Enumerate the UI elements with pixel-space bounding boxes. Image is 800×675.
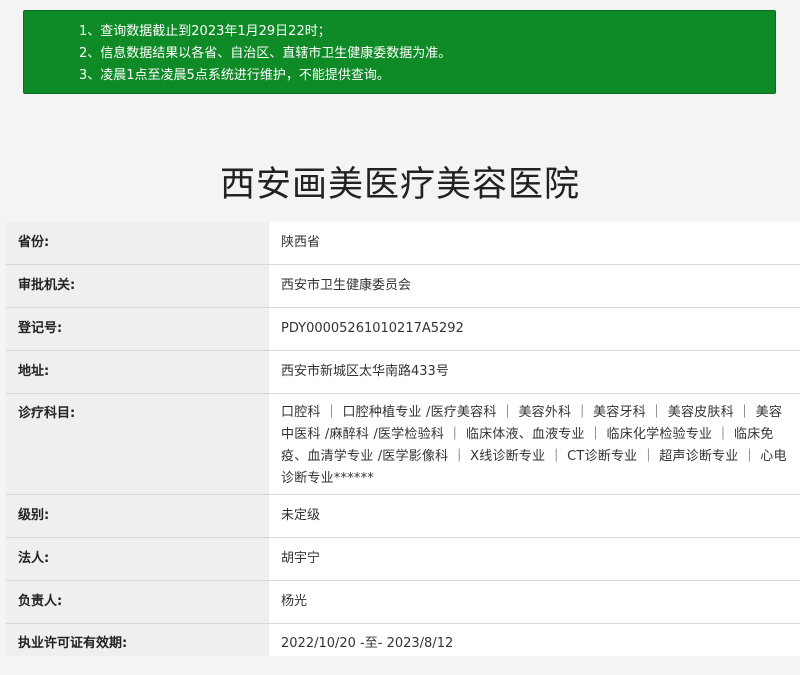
- row-label: 法人:: [6, 538, 269, 580]
- value-text: 未定级: [281, 508, 321, 523]
- row-value: 杨光: [269, 581, 800, 623]
- table-row-person-in-charge: 负责人: 杨光: [6, 580, 800, 623]
- value-text: 口腔科 ｜ 口腔种植专业 /医疗美容科 ｜ 美容外科 ｜ 美容牙科 ｜ 美容皮肤…: [281, 405, 787, 486]
- page-title: 西安画美医疗美容医院: [219, 165, 580, 206]
- notice-line-1: 1、查询数据截止到2023年1月29日22时；: [79, 24, 331, 39]
- notice-line-2: 2、信息数据结果以各省、自治区、直辖市卫生健康委数据为准。: [79, 46, 452, 61]
- notice-banner: 1、查询数据截止到2023年1月29日22时； 2、信息数据结果以各省、自治区、…: [23, 10, 776, 94]
- row-value: 西安市新城区太华南路433号: [269, 351, 800, 393]
- row-label: 负责人:: [6, 581, 269, 623]
- value-text: 西安市新城区太华南路433号: [281, 364, 449, 379]
- table-row-level: 级别: 未定级: [6, 494, 800, 537]
- label-text: 审批机关:: [18, 278, 76, 293]
- label-text: 执业许可证有效期:: [18, 636, 128, 651]
- table-row-approval-authority: 审批机关: 西安市卫生健康委员会: [6, 264, 800, 307]
- table-row-departments: 诊疗科目: 口腔科 ｜ 口腔种植专业 /医疗美容科 ｜ 美容外科 ｜ 美容牙科 …: [6, 393, 800, 494]
- table-row-province: 省份: 陕西省: [6, 222, 800, 264]
- label-text: 诊疗科目:: [18, 406, 76, 421]
- table-row-license-validity: 执业许可证有效期: 2022/10/20 -至- 2023/8/12: [6, 623, 800, 656]
- value-text: 西安市卫生健康委员会: [281, 278, 412, 293]
- table-row-legal-person: 法人: 胡宇宁: [6, 537, 800, 580]
- label-text: 级别:: [18, 508, 50, 523]
- value-text: PDY00005261010217A5292: [281, 321, 464, 336]
- row-value: 胡宇宁: [269, 538, 800, 580]
- row-value: PDY00005261010217A5292: [269, 308, 800, 350]
- label-text: 负责人:: [18, 594, 63, 609]
- info-table: 省份: 陕西省 审批机关: 西安市卫生健康委员会 登记号: PDY0000526…: [6, 222, 800, 656]
- value-text: 杨光: [281, 594, 308, 609]
- label-text: 法人:: [18, 551, 50, 566]
- value-text: 胡宇宁: [281, 551, 321, 566]
- row-label: 级别:: [6, 495, 269, 537]
- row-label: 登记号:: [6, 308, 269, 350]
- row-value: 2022/10/20 -至- 2023/8/12: [269, 624, 800, 656]
- row-value: 口腔科 ｜ 口腔种植专业 /医疗美容科 ｜ 美容外科 ｜ 美容牙科 ｜ 美容皮肤…: [269, 394, 800, 494]
- table-row-registration-number: 登记号: PDY00005261010217A5292: [6, 307, 800, 350]
- row-label: 执业许可证有效期:: [6, 624, 269, 656]
- notice-line-3: 3、凌晨1点至凌晨5点系统进行维护，不能提供查询。: [79, 68, 390, 83]
- row-value: 未定级: [269, 495, 800, 537]
- value-text: 2022/10/20 -至- 2023/8/12: [281, 636, 454, 651]
- row-value: 西安市卫生健康委员会: [269, 265, 800, 307]
- row-label: 审批机关:: [6, 265, 269, 307]
- row-value: 陕西省: [269, 222, 800, 264]
- row-label: 地址:: [6, 351, 269, 393]
- label-text: 省份:: [18, 235, 50, 250]
- value-text: 陕西省: [281, 235, 321, 250]
- table-row-address: 地址: 西安市新城区太华南路433号: [6, 350, 800, 393]
- row-label: 诊疗科目:: [6, 394, 269, 494]
- row-label: 省份:: [6, 222, 269, 264]
- label-text: 地址:: [18, 364, 50, 379]
- label-text: 登记号:: [18, 321, 63, 336]
